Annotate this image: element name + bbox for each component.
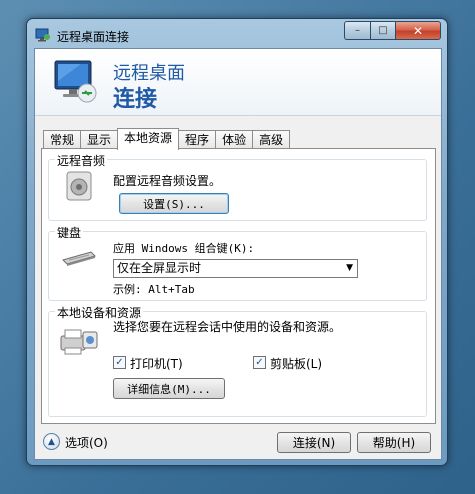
local-resources-panel: 远程音频 配置远程音频设置。 设置(S)... 键盘 应用 Windows 组合…: [41, 148, 436, 424]
keyboard-group-label: 键盘: [55, 224, 84, 241]
remote-desktop-app-icon: [35, 28, 50, 42]
tab-programs[interactable]: 程序: [178, 130, 217, 149]
tab-experience[interactable]: 体验: [215, 130, 254, 149]
remote-desktop-window: 远程桌面连接 – □ ✕ 远程桌面 连接 常规 显示 本地资源 程序 体验 高级…: [26, 18, 448, 466]
tab-advanced[interactable]: 高级: [252, 130, 291, 149]
windows-key-combination-select[interactable]: 仅在全屏显示时 ▼: [113, 259, 358, 278]
banner: 远程桌面 连接: [35, 49, 441, 116]
keyboard-icon: [62, 251, 96, 266]
minimize-button[interactable]: –: [344, 21, 370, 40]
maximize-button[interactable]: □: [370, 21, 395, 40]
banner-title-line2: 连接: [113, 87, 158, 112]
apply-windows-keys-label: 应用 Windows 组合键(K):: [113, 242, 255, 255]
minimize-icon: –: [355, 25, 360, 36]
remote-desktop-monitor-icon: [54, 60, 97, 103]
clipboard-label: 剪贴板(L): [270, 357, 323, 371]
devices-icon: [60, 329, 98, 355]
tab-strip: 常规 显示 本地资源 程序 体验 高级: [43, 128, 291, 150]
chevron-down-icon: ▼: [346, 263, 353, 273]
speaker-icon: [66, 171, 92, 201]
clipboard-checkbox[interactable]: ✓: [253, 356, 266, 369]
tab-general[interactable]: 常规: [43, 130, 82, 149]
remote-audio-group: 远程音频 配置远程音频设置。 设置(S)...: [48, 152, 427, 221]
printer-checkbox[interactable]: ✓: [113, 356, 126, 369]
options-label: 选项(O): [65, 436, 108, 450]
windows-key-combination-value: 仅在全屏显示时: [117, 261, 202, 275]
tab-local-resources[interactable]: 本地资源: [117, 128, 180, 150]
dialog-client-area: 远程桌面 连接 常规 显示 本地资源 程序 体验 高级 远程音频 配置远程音频设…: [34, 48, 442, 460]
audio-settings-button[interactable]: 设置(S)...: [119, 193, 229, 214]
details-button[interactable]: 详细信息(M)...: [113, 378, 225, 399]
keyboard-example-text: 示例: Alt+Tab: [113, 283, 195, 296]
clipboard-option[interactable]: ✓ 剪贴板(L): [253, 356, 353, 371]
tab-display[interactable]: 显示: [80, 130, 119, 149]
keyboard-group: 键盘 应用 Windows 组合键(K): 仅在全屏显示时 ▼ 示例: Alt+…: [48, 224, 427, 301]
local-devices-description: 选择您要在远程会话中使用的设备和资源。: [113, 320, 342, 334]
caption-buttons: – □ ✕: [344, 21, 441, 40]
close-icon: ✕: [412, 23, 424, 38]
window-title: 远程桌面连接: [57, 30, 130, 44]
help-button[interactable]: 帮助(H): [357, 432, 431, 453]
remote-audio-group-label: 远程音频: [55, 152, 108, 169]
close-button[interactable]: ✕: [395, 21, 441, 40]
connect-button[interactable]: 连接(N): [277, 432, 351, 453]
options-expand-icon: ▲: [43, 433, 60, 450]
printer-label: 打印机(T): [130, 357, 183, 371]
local-devices-group: 本地设备和资源 选择您要在远程会话中使用的设备和资源。 ✓ 打印机(T) ✓ 剪…: [48, 304, 427, 417]
options-toggle[interactable]: ▲ 选项(O): [43, 433, 123, 450]
maximize-icon: □: [378, 25, 388, 36]
remote-audio-description: 配置远程音频设置。: [113, 174, 222, 188]
printer-option[interactable]: ✓ 打印机(T): [113, 356, 213, 371]
title-bar[interactable]: 远程桌面连接 – □ ✕: [27, 19, 447, 49]
